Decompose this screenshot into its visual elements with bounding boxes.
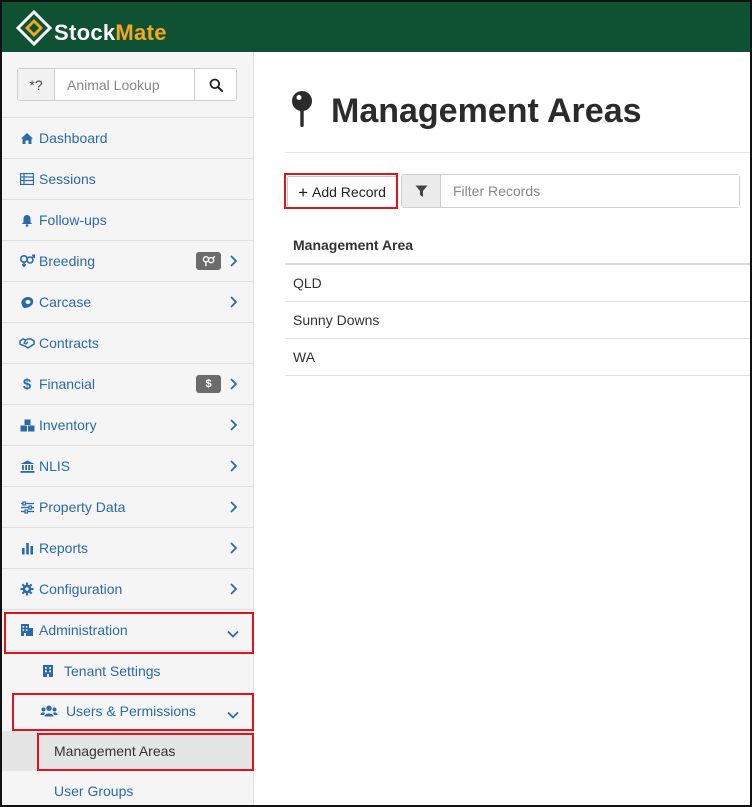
building-icon xyxy=(40,663,56,679)
sidebar-item-breeding[interactable]: Breeding xyxy=(2,241,253,282)
title-divider xyxy=(285,152,750,153)
sidebar-item-label: Administration xyxy=(39,622,128,638)
sidebar-item-label: Tenant Settings xyxy=(64,663,161,679)
sidebar-item-label: NLIS xyxy=(39,458,71,474)
animal-lookup-input[interactable] xyxy=(55,69,194,100)
sidebar-item-label: User Groups xyxy=(54,783,134,799)
sidebar-item-user-groups[interactable]: User Groups xyxy=(2,771,253,805)
sidebar-item-follow-ups[interactable]: Follow-ups xyxy=(2,200,253,241)
sidebar-item-contracts[interactable]: Contracts xyxy=(2,323,253,364)
sidebar-item-financial[interactable]: $ Financial $ xyxy=(2,364,253,405)
app-window: StockMate *? Dashboard Sessions Follow-u… xyxy=(0,0,752,807)
sidebar-item-property-data[interactable]: Property Data xyxy=(2,487,253,528)
sidebar-item-label: Sessions xyxy=(39,171,96,187)
add-record-button[interactable]: + Add Record xyxy=(287,176,397,208)
sidebar-item-label: Configuration xyxy=(39,581,123,597)
brand-name: StockMate xyxy=(54,20,167,46)
page-header: Management Areas xyxy=(291,90,642,133)
steak-icon xyxy=(19,294,35,310)
column-header-management-area[interactable]: Management Area xyxy=(285,227,750,265)
users-icon xyxy=(40,703,58,719)
sidebar-item-label: Management Areas xyxy=(54,743,176,759)
chevron-right-icon xyxy=(229,418,238,434)
search-icon xyxy=(209,78,223,92)
plus-icon: + xyxy=(298,182,308,202)
stockmate-logo[interactable]: StockMate xyxy=(15,6,167,50)
financial-badge: $ xyxy=(196,375,221,393)
wildcard-prefix: *? xyxy=(18,69,55,100)
chevron-right-icon xyxy=(229,459,238,475)
sidebar-item-management-areas[interactable]: Management Areas xyxy=(2,731,253,771)
brand-name-part2: Mate xyxy=(115,20,167,45)
breeding-badge xyxy=(196,252,221,270)
logo-mark-icon xyxy=(15,9,53,47)
page-title: Management Areas xyxy=(331,92,642,130)
list-icon xyxy=(19,171,35,187)
sidebar-item-label: Reports xyxy=(39,540,89,556)
add-record-label: Add Record xyxy=(312,184,386,200)
filter-icon xyxy=(402,175,441,207)
venus-mars-icon xyxy=(202,255,216,267)
sidebar-item-reports[interactable]: Reports xyxy=(2,528,253,569)
sidebar-item-label: Breeding xyxy=(39,253,96,269)
sidebar-item-tenant-settings[interactable]: Tenant Settings xyxy=(2,651,253,691)
sidebar-item-sessions[interactable]: Sessions xyxy=(2,159,253,200)
sidebar-item-label: Carcase xyxy=(39,294,92,310)
top-bar: StockMate xyxy=(2,2,750,52)
building-icon xyxy=(19,622,35,638)
sidebar-item-label: Follow-ups xyxy=(39,212,107,228)
gear-icon xyxy=(19,581,35,597)
boxes-icon xyxy=(19,417,35,433)
map-pin-icon xyxy=(291,90,313,133)
table-row[interactable]: Sunny Downs xyxy=(285,302,750,339)
sidebar-item-dashboard[interactable]: Dashboard xyxy=(2,118,253,159)
sidebar-item-carcase[interactable]: Carcase xyxy=(2,282,253,323)
filter-records xyxy=(401,174,740,208)
chevron-right-icon xyxy=(229,541,238,557)
chevron-right-icon xyxy=(229,254,238,270)
chevron-right-icon xyxy=(229,500,238,516)
main-content: Management Areas + Add Record Management… xyxy=(255,52,750,805)
sliders-icon xyxy=(19,499,35,515)
sidebar-item-configuration[interactable]: Configuration xyxy=(2,569,253,610)
sidebar-item-nlis[interactable]: NLIS xyxy=(2,446,253,487)
sidebar-item-inventory[interactable]: Inventory xyxy=(2,405,253,446)
chevron-down-icon xyxy=(227,625,239,641)
bank-icon xyxy=(19,458,35,474)
animal-lookup: *? xyxy=(17,68,237,101)
filter-records-input[interactable] xyxy=(441,175,739,207)
bell-icon xyxy=(19,212,35,228)
sidebar-item-label: Financial xyxy=(39,376,96,392)
sidebar: *? Dashboard Sessions Follow-ups Bree xyxy=(2,52,254,805)
sidebar-item-label: Contracts xyxy=(39,335,99,351)
management-areas-table: Management Area QLD Sunny Downs WA xyxy=(285,227,750,376)
chevron-right-icon xyxy=(229,377,238,393)
brand-name-part1: Stock xyxy=(54,20,116,45)
sidebar-item-label: Inventory xyxy=(39,417,97,433)
sidebar-item-label: Users & Permissions xyxy=(66,703,196,719)
home-icon xyxy=(19,130,35,146)
handshake-icon xyxy=(19,335,35,351)
venus-mars-icon xyxy=(19,253,35,269)
sidebar-item-administration[interactable]: Administration xyxy=(2,610,253,651)
chevron-right-icon xyxy=(229,295,238,311)
search-button[interactable] xyxy=(194,69,236,100)
table-row[interactable]: QLD xyxy=(285,265,750,302)
dollar-icon: $ xyxy=(22,375,32,393)
chevron-down-icon xyxy=(227,706,239,722)
bar-chart-icon xyxy=(19,540,35,556)
sidebar-item-label: Property Data xyxy=(39,499,126,515)
sidebar-item-users-permissions[interactable]: Users & Permissions xyxy=(2,691,253,731)
sidebar-item-label: Dashboard xyxy=(39,130,108,146)
sidebar-nav: Dashboard Sessions Follow-ups Breeding C… xyxy=(2,118,253,805)
chevron-right-icon xyxy=(229,582,238,598)
table-row[interactable]: WA xyxy=(285,339,750,376)
